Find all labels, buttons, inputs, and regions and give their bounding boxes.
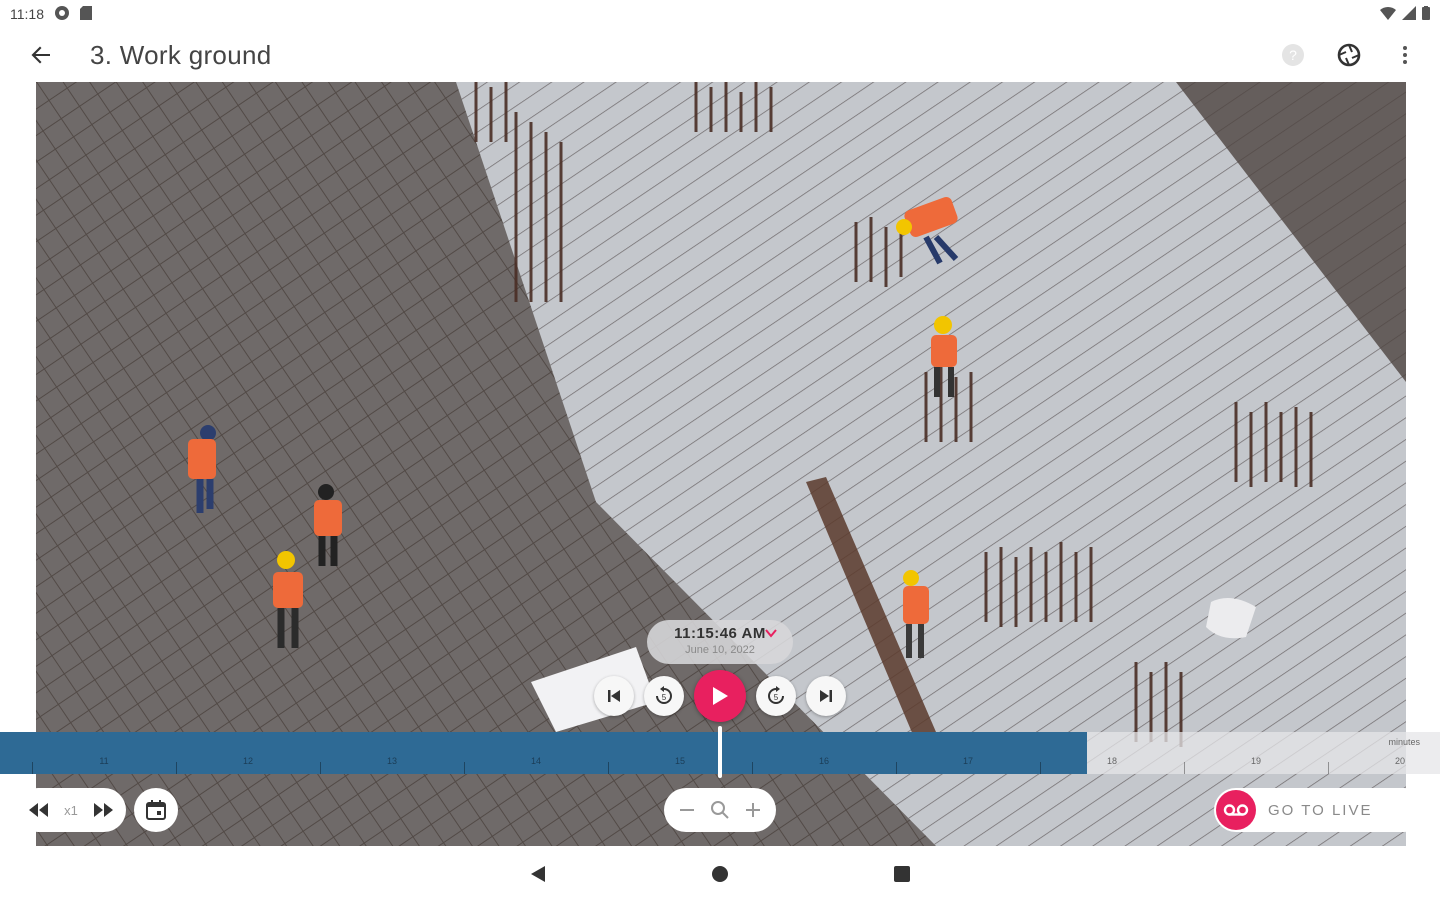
timeline-tick-label: 18 <box>1106 756 1118 766</box>
more-vertical-icon <box>1403 46 1407 64</box>
nav-back-button[interactable] <box>524 860 552 888</box>
svg-text:5: 5 <box>662 693 667 702</box>
speed-label: x1 <box>64 802 78 818</box>
zoom-control <box>664 788 776 832</box>
help-button[interactable]: ? <box>1276 38 1310 72</box>
vpn-icon <box>54 5 70 24</box>
timeline-tick-label: 14 <box>530 756 542 766</box>
arrow-back-icon <box>31 46 50 64</box>
timeline[interactable]: minutes 11 12 13 14 15 16 17 18 19 20 <box>0 726 1440 778</box>
voicemail-icon <box>1216 790 1256 830</box>
zoom-in-button[interactable] <box>745 802 761 818</box>
timeline-tick-label: 17 <box>962 756 974 766</box>
skip-previous-button[interactable] <box>594 676 634 716</box>
timeline-tick-label: 11 <box>99 756 109 766</box>
timeline-playhead[interactable] <box>718 726 722 778</box>
sd-card-icon <box>80 5 92 23</box>
timeline-tick <box>1040 762 1041 774</box>
play-button[interactable] <box>694 670 746 722</box>
appbar-actions: ? <box>1276 38 1422 72</box>
skip-previous-icon <box>608 690 620 702</box>
more-menu-button[interactable] <box>1388 38 1422 72</box>
go-to-live-button[interactable]: GO TO LIVE <box>1214 788 1426 832</box>
skip-next-button[interactable] <box>806 676 846 716</box>
timeline-tick <box>608 762 609 774</box>
help-icon: ? <box>1282 44 1304 66</box>
rewind-button[interactable] <box>29 803 49 817</box>
battery-icon <box>1422 5 1430 23</box>
go-to-live-label: GO TO LIVE <box>1268 801 1373 819</box>
zoom-indicator <box>710 800 730 820</box>
wifi-icon <box>1380 6 1396 23</box>
fast-forward-button[interactable] <box>93 803 113 817</box>
signal-icon <box>1402 5 1416 23</box>
forward-5-icon: 5 <box>768 686 784 704</box>
replay-5-button[interactable]: 5 <box>644 676 684 716</box>
fast-forward-icon <box>93 803 113 817</box>
calendar-button[interactable] <box>134 788 178 832</box>
replay-5-icon: 5 <box>656 686 672 704</box>
forward-5-button[interactable]: 5 <box>756 676 796 716</box>
timeline-tick-label: 19 <box>1250 756 1262 766</box>
square-recents-icon <box>894 866 910 882</box>
circle-home-icon <box>712 866 728 882</box>
timeline-tick-label: 15 <box>674 756 686 766</box>
status-left: 11:18 <box>10 5 92 24</box>
timeline-future <box>1087 732 1440 774</box>
timeline-tick-label: 20 <box>1394 756 1406 766</box>
timeline-tick <box>1328 762 1329 774</box>
timeline-tick-label: 13 <box>386 756 398 766</box>
speed-control: x1 <box>16 788 126 832</box>
timeline-tick <box>32 762 33 774</box>
timestamp-bubble[interactable]: 11:15:46 AM June 10, 2022 <box>647 620 793 664</box>
timeline-tick <box>176 762 177 774</box>
camera-settings-button[interactable] <box>1332 38 1366 72</box>
timeline-tick-label: 12 <box>242 756 254 766</box>
minus-icon <box>680 809 695 811</box>
page-title: 3. Work ground <box>90 40 272 70</box>
status-time: 11:18 <box>10 6 44 22</box>
search-icon <box>710 801 729 819</box>
triangle-back-icon <box>531 866 545 882</box>
timeline-tick <box>320 762 321 774</box>
fast-rewind-icon <box>29 803 49 817</box>
playback-controls: 5 5 <box>0 670 1440 722</box>
nav-home-button[interactable] <box>706 860 734 888</box>
system-nav-bar <box>0 846 1440 900</box>
svg-text:?: ? <box>1289 47 1297 63</box>
status-bar: 11:18 <box>0 0 1440 28</box>
timeline-played <box>0 732 1088 774</box>
app-bar: 3. Work ground ? <box>0 28 1440 82</box>
timeline-tick <box>464 762 465 774</box>
timeline-unit-label: minutes <box>1388 737 1420 747</box>
timeline-tick <box>1184 762 1185 774</box>
chevron-down-icon <box>765 629 777 638</box>
timestamp-date: June 10, 2022 <box>685 644 755 656</box>
skip-next-icon <box>820 690 832 702</box>
calendar-icon <box>146 800 166 820</box>
timeline-tick-label: 16 <box>818 756 830 766</box>
svg-text:5: 5 <box>774 693 779 702</box>
nav-recents-button[interactable] <box>888 860 916 888</box>
aperture-icon <box>1337 43 1361 67</box>
zoom-out-button[interactable] <box>679 802 695 818</box>
play-icon <box>713 687 728 705</box>
status-right <box>1380 5 1430 23</box>
plus-icon <box>745 803 760 817</box>
back-button[interactable] <box>24 38 58 72</box>
timeline-tick <box>896 762 897 774</box>
timeline-tick <box>752 762 753 774</box>
